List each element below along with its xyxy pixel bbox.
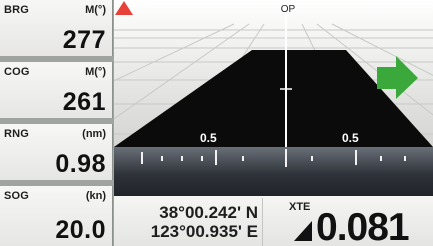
data-box-speed-over-ground[interactable]: SOG (kn) 20.0 bbox=[0, 186, 113, 246]
divider bbox=[262, 198, 263, 246]
data-box-bearing[interactable]: BRG M(°) 277 bbox=[0, 0, 113, 56]
bottom-data-bar: 38°00.242' N 123°00.935' E XTE 0.081 bbox=[114, 196, 433, 246]
scale-tick bbox=[181, 156, 183, 161]
xte-value: 0.081 bbox=[316, 206, 410, 246]
longitude-value: 123°00.935' E bbox=[150, 222, 258, 241]
data-box-unit: M(°) bbox=[85, 4, 106, 16]
data-box-value: 261 bbox=[62, 88, 106, 116]
data-panel: BRG M(°) 277 COG M(°) 261 RNG (nm) 0.98 … bbox=[0, 0, 114, 246]
cross-track-scale bbox=[114, 147, 433, 196]
boat-position-marker-icon bbox=[115, 1, 133, 15]
scale-tick bbox=[355, 150, 357, 165]
latitude-value: 38°00.242' N bbox=[159, 203, 258, 222]
scale-tick bbox=[242, 156, 244, 161]
data-box-value: 0.98 bbox=[55, 150, 106, 178]
scale-tick bbox=[311, 156, 313, 161]
data-box-course-over-ground[interactable]: COG M(°) 261 bbox=[0, 62, 113, 118]
scale-tick bbox=[141, 152, 143, 164]
data-box-unit: M(°) bbox=[85, 66, 106, 78]
data-box-label: BRG bbox=[4, 4, 30, 16]
destination-label: OP bbox=[280, 4, 296, 15]
scale-label-left: 0.5 bbox=[200, 131, 217, 145]
data-box-unit: (nm) bbox=[82, 128, 106, 140]
scale-tick bbox=[201, 156, 203, 161]
chartplotter-screen: BRG M(°) 277 COG M(°) 261 RNG (nm) 0.98 … bbox=[0, 0, 433, 246]
scale-label-right: 0.5 bbox=[342, 131, 359, 145]
scale-tick bbox=[380, 156, 382, 161]
highway-road bbox=[114, 50, 433, 147]
data-box-unit: (kn) bbox=[85, 190, 106, 202]
data-box-label: SOG bbox=[4, 190, 30, 202]
data-box-range[interactable]: RNG (nm) 0.98 bbox=[0, 124, 113, 180]
scale-tick bbox=[404, 156, 406, 161]
position-readout[interactable]: 38°00.242' N 123°00.935' E bbox=[118, 203, 258, 241]
xte-label: XTE bbox=[289, 201, 311, 213]
data-box-label: COG bbox=[4, 66, 30, 78]
data-box-value: 20.0 bbox=[55, 216, 106, 244]
scale-tick bbox=[161, 156, 163, 161]
highway-view[interactable]: OP 0.5 0.5 bbox=[114, 0, 433, 196]
data-box-label: RNG bbox=[4, 128, 30, 140]
data-box-value: 277 bbox=[62, 26, 106, 54]
scale-tick-center bbox=[285, 149, 287, 167]
scale-tick bbox=[215, 150, 217, 165]
arrow-left-icon bbox=[294, 221, 312, 241]
